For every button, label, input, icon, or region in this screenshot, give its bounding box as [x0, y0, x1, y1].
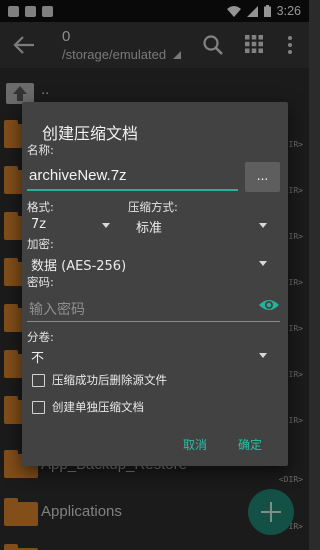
dialog-title: 创建压缩文档 — [42, 124, 139, 143]
password-input[interactable]: 输入密码 — [27, 294, 280, 322]
delete-source-label: 压缩成功后删除源文件 — [52, 373, 167, 387]
format-label: 格式: — [27, 200, 54, 214]
archive-name-value: archiveNew.7z — [29, 167, 127, 184]
ok-button[interactable]: 确定 — [238, 436, 262, 453]
encryption-value: 数据 (AES-256) — [31, 259, 127, 274]
split-label: 分卷: — [27, 330, 54, 344]
archive-name-input[interactable]: archiveNew.7z — [27, 164, 238, 191]
chevron-down-icon — [102, 223, 110, 228]
password-placeholder: 输入密码 — [29, 302, 85, 318]
chevron-down-icon — [259, 223, 267, 228]
delete-source-checkbox[interactable] — [32, 373, 45, 387]
encryption-label: 加密: — [27, 237, 54, 251]
format-value: 7z — [31, 217, 47, 232]
name-label: 名称: — [27, 143, 54, 157]
eye-icon[interactable] — [258, 297, 280, 313]
separate-archives-option[interactable]: 创建单独压缩文档 — [32, 398, 144, 416]
delete-source-option[interactable]: 压缩成功后删除源文件 — [32, 371, 167, 389]
cancel-button[interactable]: 取消 — [183, 436, 207, 453]
create-archive-dialog: 创建压缩文档 名称: archiveNew.7z ... 格式: 压缩方式: 7… — [22, 102, 288, 466]
separate-archives-checkbox[interactable] — [32, 400, 45, 414]
compression-value: 标准 — [136, 221, 163, 236]
separate-archives-label: 创建单独压缩文档 — [52, 400, 144, 414]
chevron-down-icon — [259, 261, 267, 266]
split-value: 不 — [31, 351, 45, 366]
app-screen: 3:26 0 /storage/emulated .. <DIR> <DIR> … — [0, 0, 309, 550]
chevron-down-icon — [259, 353, 267, 358]
browse-button[interactable]: ... — [245, 162, 280, 192]
compression-label: 压缩方式: — [128, 200, 178, 214]
password-label: 密码: — [27, 275, 54, 289]
